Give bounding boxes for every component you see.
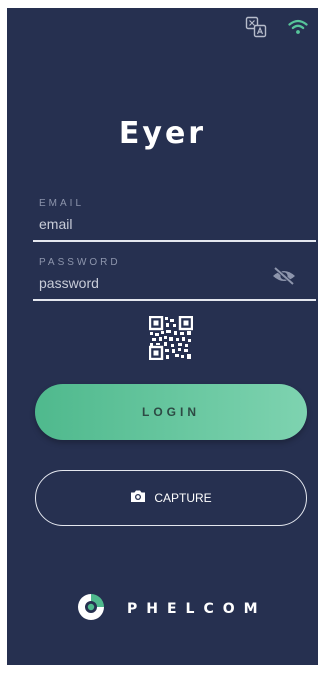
qr-code-button[interactable] — [148, 315, 194, 361]
eye-off-icon[interactable] — [270, 264, 298, 288]
login-screen: Eyer EMAIL PASSWORD — [7, 8, 318, 665]
login-button[interactable]: LOGIN — [35, 384, 307, 440]
camera-icon — [130, 489, 146, 508]
capture-button[interactable]: CAPTURE — [35, 470, 307, 526]
login-label: LOGIN — [142, 405, 200, 419]
brand-name: PHELCOM — [127, 601, 267, 617]
password-label: PASSWORD — [39, 257, 121, 268]
status-bar — [244, 14, 310, 40]
capture-label: CAPTURE — [154, 491, 212, 505]
email-input[interactable] — [39, 214, 259, 234]
password-field[interactable]: PASSWORD — [33, 254, 316, 301]
password-input[interactable] — [39, 273, 259, 293]
email-label: EMAIL — [39, 198, 85, 209]
brand: PHELCOM — [77, 593, 267, 626]
phelcom-logo-icon — [77, 593, 105, 626]
app-title: Eyer — [118, 116, 207, 151]
email-field[interactable]: EMAIL — [33, 195, 316, 242]
wifi-icon — [286, 15, 310, 39]
qr-code-icon — [149, 316, 193, 360]
translate-icon[interactable] — [244, 15, 268, 39]
